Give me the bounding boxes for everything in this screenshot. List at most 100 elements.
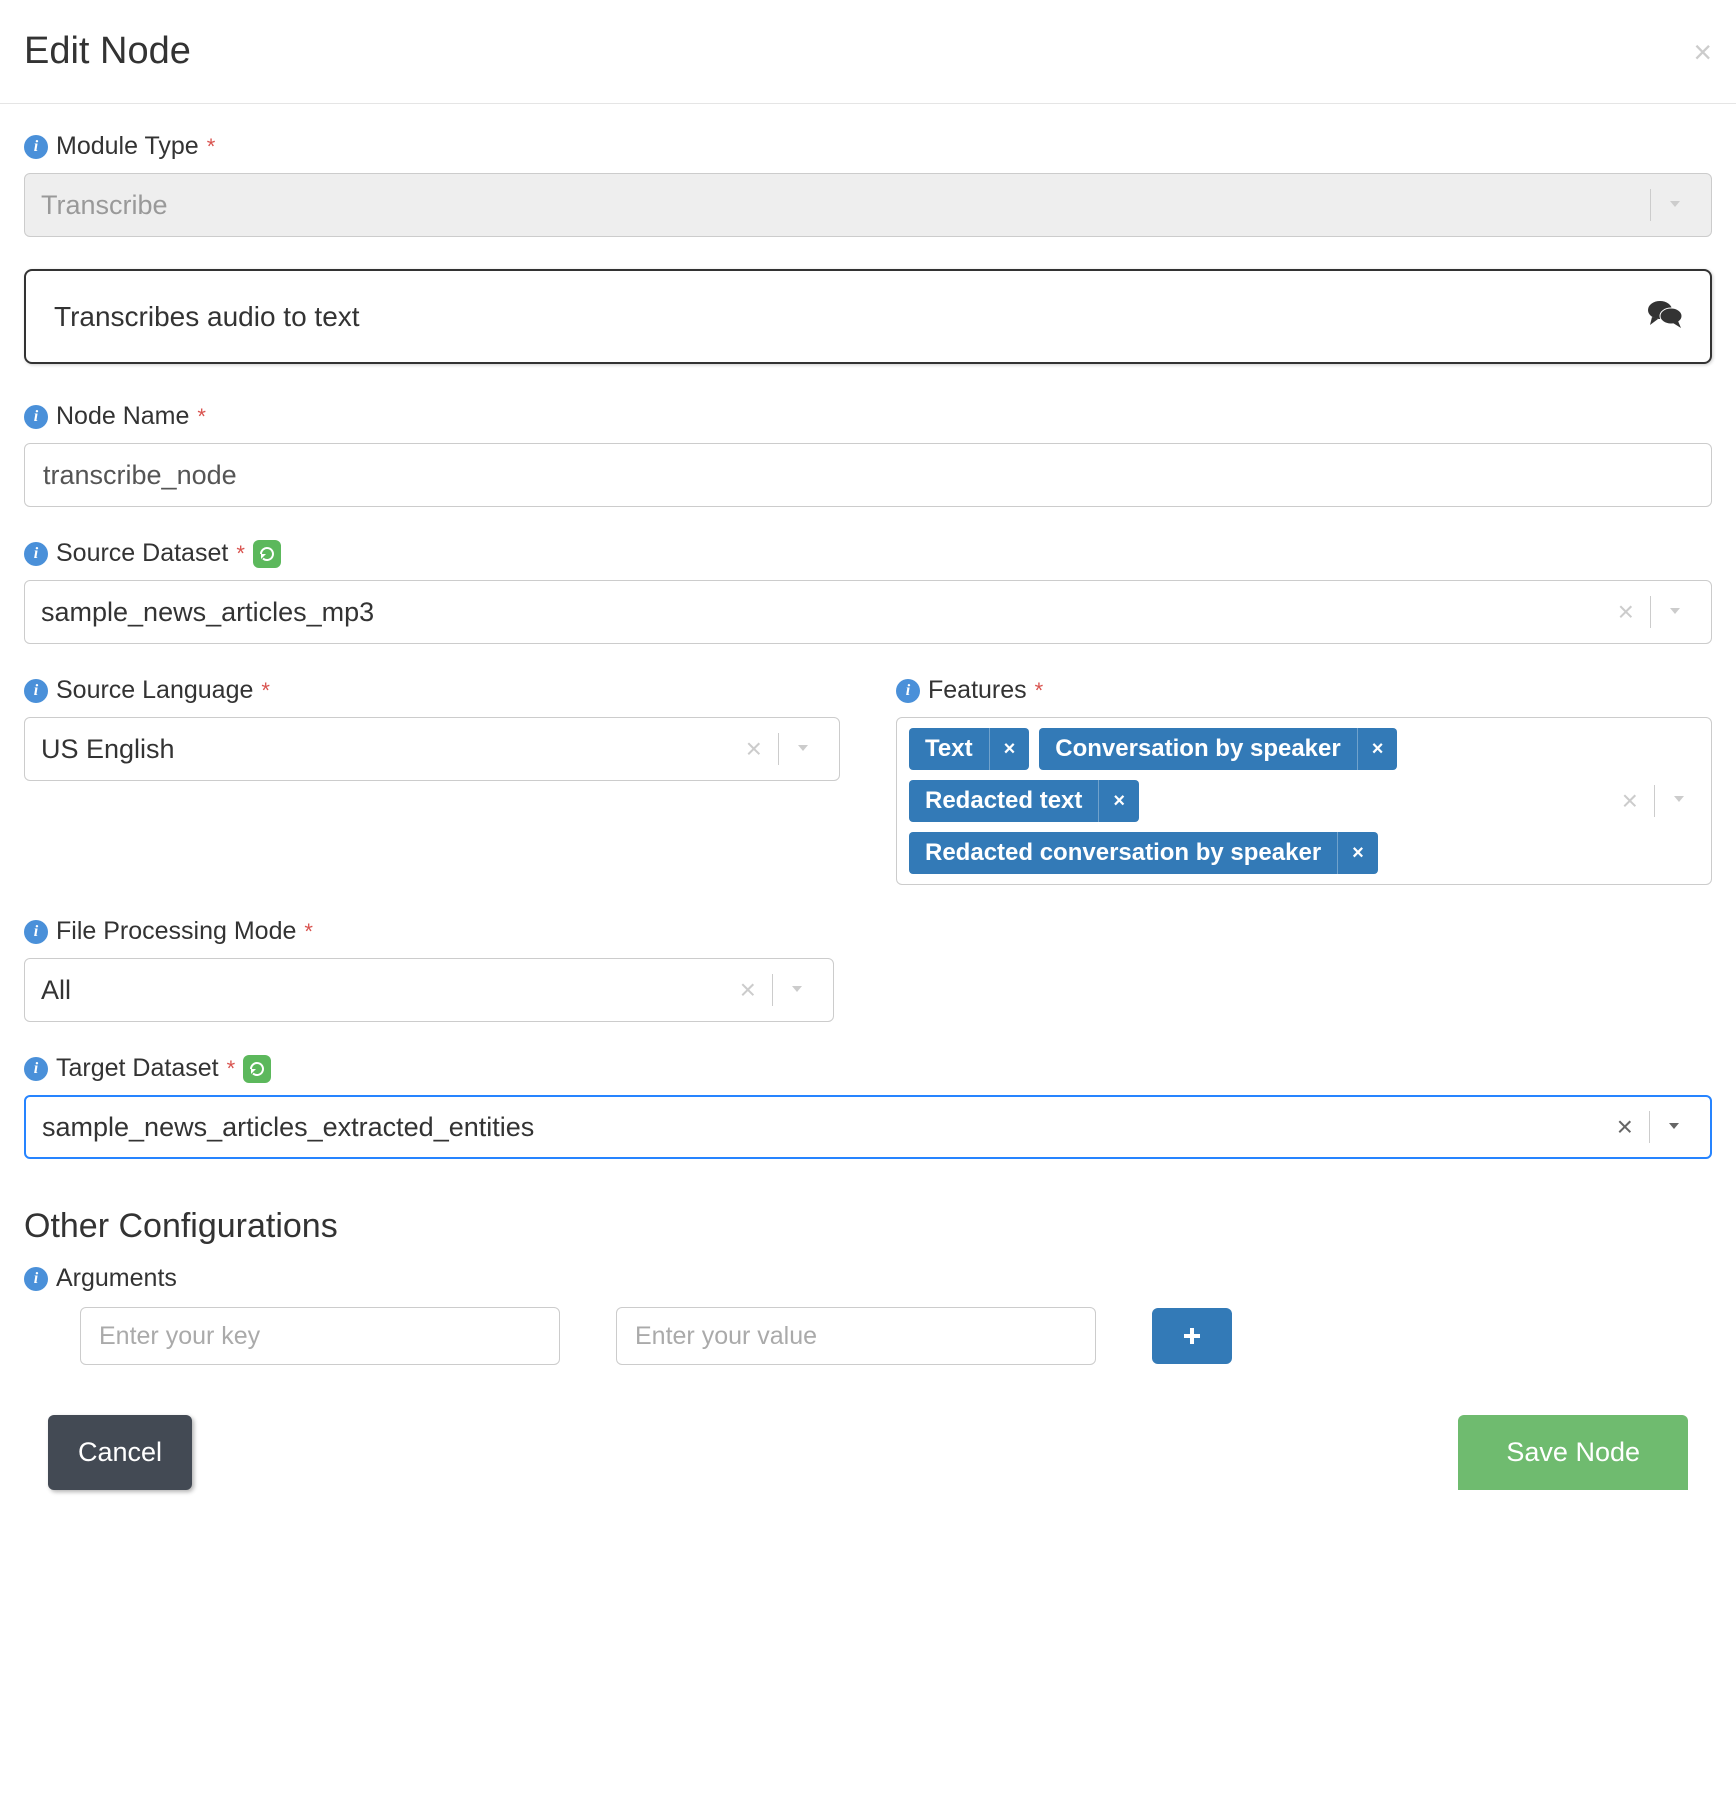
source-dataset-label-text: Source Dataset — [56, 539, 228, 568]
clear-icon[interactable]: × — [1610, 785, 1650, 817]
feature-tag: Redacted conversation by speaker× — [909, 832, 1378, 874]
language-features-row: i Source Language * US English × i Featu… — [24, 676, 1712, 917]
module-type-select[interactable]: Transcribe — [24, 173, 1712, 237]
module-description: Transcribes audio to text — [24, 269, 1712, 364]
features-group: i Features * Text×Conversation by speake… — [896, 676, 1712, 885]
module-type-label-text: Module Type — [56, 132, 199, 161]
source-language-group: i Source Language * US English × — [24, 676, 840, 885]
source-language-label: i Source Language * — [24, 676, 840, 705]
info-icon[interactable]: i — [24, 1057, 48, 1081]
cancel-button[interactable]: Cancel — [48, 1415, 192, 1490]
chevron-down-icon[interactable] — [783, 734, 823, 765]
source-language-label-text: Source Language — [56, 676, 253, 705]
tag-remove-icon[interactable]: × — [1337, 832, 1378, 874]
separator — [1650, 596, 1651, 628]
modal-title: Edit Node — [24, 30, 191, 73]
required-marker: * — [236, 541, 245, 567]
required-marker: * — [261, 678, 270, 704]
modal-footer: Cancel Save Node — [24, 1395, 1712, 1490]
modal-header: Edit Node × — [0, 0, 1736, 104]
target-dataset-value: sample_news_articles_extracted_entities — [42, 1112, 1605, 1143]
info-icon[interactable]: i — [24, 542, 48, 566]
feature-tag: Text× — [909, 728, 1029, 770]
required-marker: * — [197, 404, 206, 430]
feature-tag-label: Redacted conversation by speaker — [909, 832, 1337, 874]
select-indicators: × — [1610, 785, 1699, 817]
feature-tag-label: Redacted text — [909, 780, 1098, 822]
chevron-down-icon[interactable] — [777, 975, 817, 1006]
target-dataset-select[interactable]: sample_news_articles_extracted_entities … — [24, 1095, 1712, 1159]
select-indicators: × — [728, 974, 817, 1006]
source-dataset-select[interactable]: sample_news_articles_mp3 × — [24, 580, 1712, 644]
file-processing-mode-value: All — [41, 975, 728, 1006]
chat-icon[interactable] — [1648, 299, 1682, 334]
node-name-group: i Node Name * — [24, 402, 1712, 507]
select-indicators: × — [1605, 1111, 1694, 1143]
target-dataset-label-text: Target Dataset — [56, 1054, 219, 1083]
info-icon[interactable]: i — [896, 679, 920, 703]
features-tags: Text×Conversation by speaker×Redacted te… — [909, 728, 1610, 874]
chevron-down-icon[interactable] — [1655, 597, 1695, 628]
features-label-text: Features — [928, 676, 1027, 705]
features-label: i Features * — [896, 676, 1712, 705]
info-icon[interactable]: i — [24, 405, 48, 429]
select-indicators: × — [734, 733, 823, 765]
source-language-value: US English — [41, 734, 734, 765]
save-node-button[interactable]: Save Node — [1458, 1415, 1688, 1490]
info-icon[interactable]: i — [24, 920, 48, 944]
feature-tag: Conversation by speaker× — [1039, 728, 1397, 770]
file-processing-mode-group: i File Processing Mode * All × — [24, 917, 1712, 1022]
source-dataset-label: i Source Dataset * — [24, 539, 1712, 568]
info-icon[interactable]: i — [24, 679, 48, 703]
module-type-group: i Module Type * Transcribe — [24, 132, 1712, 237]
required-marker: * — [207, 134, 216, 160]
node-name-label-text: Node Name — [56, 402, 189, 431]
required-marker: * — [227, 1056, 236, 1082]
separator — [1649, 1111, 1650, 1143]
arguments-label-text: Arguments — [56, 1264, 177, 1293]
refresh-icon[interactable] — [243, 1055, 271, 1083]
node-name-label: i Node Name * — [24, 402, 1712, 431]
required-marker: * — [304, 919, 313, 945]
module-type-value: Transcribe — [41, 190, 1646, 221]
source-language-select[interactable]: US English × — [24, 717, 840, 781]
tag-remove-icon[interactable]: × — [1357, 728, 1398, 770]
target-dataset-group: i Target Dataset * sample_news_articles_… — [24, 1054, 1712, 1159]
tag-remove-icon[interactable]: × — [1098, 780, 1139, 822]
node-name-input[interactable] — [24, 443, 1712, 507]
clear-icon[interactable]: × — [734, 733, 774, 765]
source-dataset-group: i Source Dataset * sample_news_articles_… — [24, 539, 1712, 644]
other-configurations-title: Other Configurations — [24, 1207, 1712, 1246]
select-indicators — [1646, 189, 1695, 221]
add-argument-button[interactable] — [1152, 1308, 1232, 1364]
module-description-text: Transcribes audio to text — [54, 301, 360, 333]
file-processing-mode-label: i File Processing Mode * — [24, 917, 1712, 946]
clear-icon[interactable]: × — [1605, 1111, 1645, 1143]
feature-tag: Redacted text× — [909, 780, 1139, 822]
info-icon[interactable]: i — [24, 135, 48, 159]
file-processing-mode-select[interactable]: All × — [24, 958, 834, 1022]
refresh-icon[interactable] — [253, 540, 281, 568]
feature-tag-label: Conversation by speaker — [1039, 728, 1356, 770]
required-marker: * — [1035, 678, 1044, 704]
argument-value-input[interactable] — [616, 1307, 1096, 1365]
separator — [1654, 785, 1655, 817]
tag-remove-icon[interactable]: × — [989, 728, 1030, 770]
clear-icon[interactable]: × — [728, 974, 768, 1006]
argument-key-input[interactable] — [80, 1307, 560, 1365]
modal-body: i Module Type * Transcribe Transcribes a… — [0, 104, 1736, 1514]
features-select[interactable]: Text×Conversation by speaker×Redacted te… — [896, 717, 1712, 885]
close-icon[interactable]: × — [1693, 36, 1712, 68]
separator — [772, 974, 773, 1006]
separator — [1650, 189, 1651, 221]
info-icon[interactable]: i — [24, 1267, 48, 1291]
arguments-label: i Arguments — [24, 1264, 1712, 1293]
chevron-down-icon[interactable] — [1654, 1112, 1694, 1143]
clear-icon[interactable]: × — [1606, 596, 1646, 628]
feature-tag-label: Text — [909, 728, 989, 770]
target-dataset-label: i Target Dataset * — [24, 1054, 1712, 1083]
chevron-down-icon[interactable] — [1655, 190, 1695, 221]
arguments-row — [24, 1307, 1712, 1365]
select-indicators: × — [1606, 596, 1695, 628]
chevron-down-icon[interactable] — [1659, 789, 1699, 814]
